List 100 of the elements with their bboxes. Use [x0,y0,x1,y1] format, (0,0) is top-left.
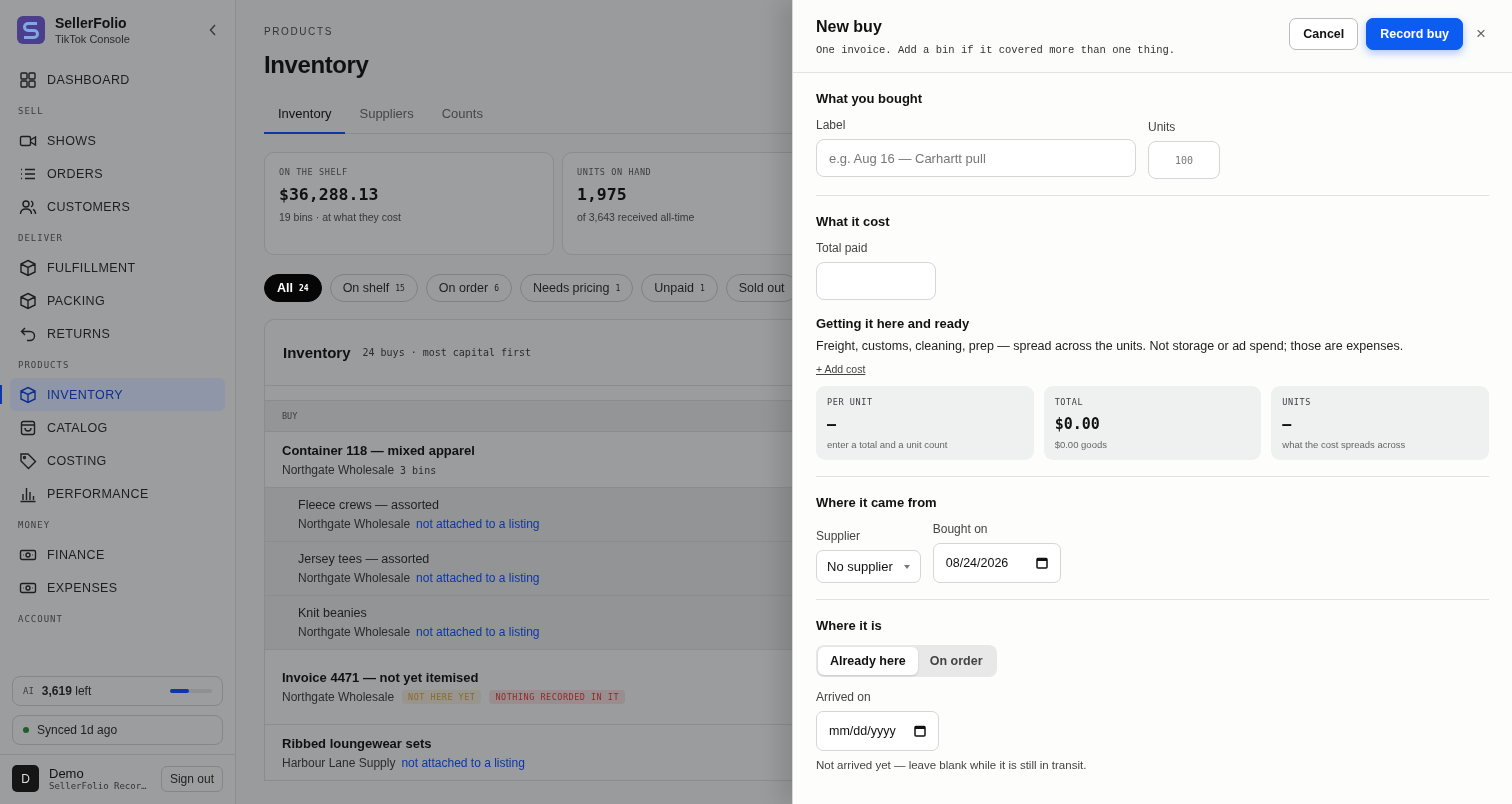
sign-out-button[interactable]: Sign out [160,765,223,792]
row-title: Jersey tees — assorted [298,552,431,566]
listing-link[interactable]: not attached to a listing [416,517,540,531]
caret-icon [903,564,910,569]
stat-label: ON THE SHELF [279,167,349,177]
ai-credits-text: 3,619 left [41,684,93,698]
subsection-heading: Getting it here and ready [816,316,971,331]
field-label: Units [1148,120,1177,134]
section-heading: What it cost [816,214,891,229]
nav-item[interactable]: RETURNS [10,317,225,350]
total-paid-input[interactable] [816,262,936,300]
label-input[interactable]: e.g. Aug 16 — Carhartt pull [816,139,1136,177]
nav-section-heading: ACCOUNT [17,613,64,626]
supplier-name: Northgate Wholesale [298,571,411,585]
nav-item[interactable]: COSTING [10,444,225,477]
nav-item[interactable]: EXPENSES [10,571,225,604]
sync-status: Synced 1d ago [37,723,118,737]
tab[interactable]: Counts [427,97,497,134]
listing-link[interactable]: not attached to a listing [416,625,540,639]
row-title: Fleece crews — assorted [298,498,441,512]
app-name: SellerFolio [55,15,128,31]
field-label: Label [816,118,847,132]
nav-item[interactable]: CATALOG [10,411,225,444]
field-label: Total paid [816,241,869,255]
nav-section-heading: MONEY [17,519,52,532]
panel-title: New buy [816,18,883,36]
hint-text: Not arrived yet — leave blank while it is still in transit. [816,759,1088,771]
supplier-name: Northgate Wholesale [282,463,395,477]
record-buy-button[interactable]: Record buy [1366,18,1464,50]
tab[interactable]: Inventory [264,97,346,134]
date-input[interactable]: 08/24/2026 [932,543,1062,583]
cancel-button[interactable]: Cancel [1289,18,1359,50]
table-title: Inventory [283,344,351,361]
cube-icon [19,258,37,277]
section-heading: What you bought [816,91,924,106]
collapse-chevron-icon[interactable] [209,24,217,36]
nav-item[interactable]: FULFILLMENT [10,251,225,284]
arrival-date-input[interactable]: mm/dd/yyyy [816,711,939,751]
segment-option[interactable]: Already here [818,647,918,675]
row-title: Ribbed loungewear sets [282,736,433,751]
summary-label: PER UNIT [827,397,874,407]
tag-icon [19,451,37,470]
nav-item[interactable]: FINANCE [10,538,225,571]
user-avatar: D [12,765,39,792]
calendar-icon [913,725,926,737]
field-label: Supplier [816,529,862,543]
summary-label: UNITS [1282,397,1312,407]
column-header: BUY [265,400,792,431]
table-meta: 24 buys · most capital first [362,347,532,358]
stat-value: 1,975 [577,185,628,204]
row-title: Knit beanies [298,606,368,620]
section-heading: Where it came from [816,495,938,510]
user-subtitle: SellerFolio Recor… [49,781,148,791]
table-row[interactable]: Jersey tees — assorted Northgate Wholesale not attached to a listing [265,541,792,595]
stat-note: 19 bins · at what they cost [279,211,402,223]
bag-icon [19,418,37,437]
summary-value: – [827,415,838,433]
description-text: Freight, customs, cleaning, prep — spread across the units. Not storage or ad spend; those are expenses. [816,339,1405,353]
supplier-name: Harbour Lane Supply [282,756,396,770]
status-tag: NOT HERE YET [402,690,482,704]
listing-link[interactable]: not attached to a listing [416,571,540,585]
supplier-name: Northgate Wholesale [282,690,395,704]
nav-item[interactable]: PERFORMANCE [10,477,225,510]
supplier-name: Northgate Wholesale [298,625,411,639]
summary-note: $0.00 goods [1054,439,1108,450]
close-button[interactable]: × [1473,24,1489,44]
people-icon [19,197,37,216]
supplier-dropdown[interactable]: No supplier [816,550,921,583]
summary-note: enter a total and a unit count [827,439,949,450]
nav-section-heading: SELL [17,105,45,118]
calendar-icon [1036,557,1049,569]
stat-label: UNITS ON HAND [577,167,653,177]
listing-link[interactable]: not attached to a listing [401,756,525,770]
table-row[interactable]: Fleece crews — assorted Northgate Wholesale not attached to a listing [265,487,792,541]
panel-subtitle: One invoice. Add a bin if it covered more than one thing. [816,44,1176,56]
summary-value: $0.00 [1054,415,1101,433]
grid-icon [19,70,37,89]
page-eyebrow: PRODUCTS [264,26,334,37]
nav-item[interactable]: DASHBOARD [10,63,225,96]
table-row[interactable]: Knit beanies Northgate Wholesale not attached to a listing [265,595,792,649]
bin-count: 3 bins [400,464,437,476]
tab[interactable]: Suppliers [345,97,428,134]
nav-item[interactable]: CUSTOMERS [10,190,225,223]
row-title: Invoice 4471 — not yet itemised [282,670,480,685]
field-label: Arrived on [816,690,872,704]
section-heading: Where it is [816,618,883,633]
add-cost-link[interactable]: + Add cost [816,363,866,375]
segment-option[interactable]: On order [917,647,995,675]
filter-chip[interactable]: All 24 [264,274,322,302]
nav-item[interactable]: ORDERS [10,157,225,190]
cube-icon [19,291,37,310]
summary-label: TOTAL [1054,397,1085,407]
units-input[interactable]: 100 [1148,141,1220,179]
nav-item[interactable]: SHOWS [10,124,225,157]
user-name: Demo [49,766,85,781]
nav-item[interactable]: PACKING [10,284,225,317]
page-title: Inventory [264,51,370,79]
app-subtitle: TikTok Console [55,33,131,45]
cube-icon [19,385,37,404]
ai-label: AI [23,686,34,696]
